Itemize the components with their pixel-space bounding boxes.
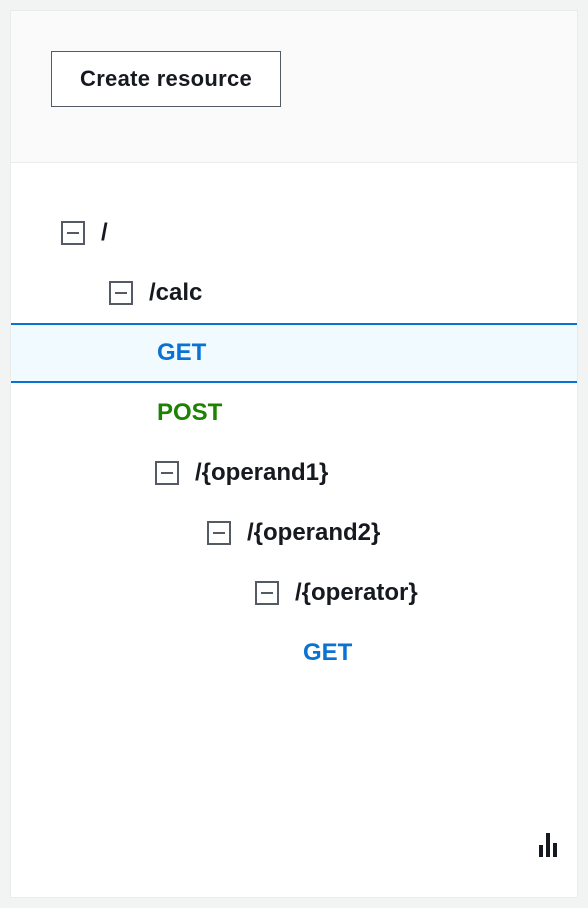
tree-row-root[interactable]: / xyxy=(11,203,577,263)
collapse-icon[interactable] xyxy=(155,461,179,485)
toolbar: Create resource xyxy=(11,11,577,163)
resource-tree: / /calc GET POST /{operand1} /{operand2}… xyxy=(11,163,577,897)
resource-label-root: / xyxy=(101,219,108,247)
resource-label-operand2: /{operand2} xyxy=(247,519,380,547)
collapse-icon[interactable] xyxy=(255,581,279,605)
resource-label-operator: /{operator} xyxy=(295,579,418,607)
resource-label-operand1: /{operand1} xyxy=(195,459,328,487)
tree-row-calc-get[interactable]: GET xyxy=(11,323,577,383)
signal-icon xyxy=(539,833,557,857)
tree-row-calc[interactable]: /calc xyxy=(11,263,577,323)
resources-panel: Create resource / /calc GET POST /{opera… xyxy=(10,10,578,898)
collapse-icon[interactable] xyxy=(109,281,133,305)
method-label-post: POST xyxy=(157,399,222,427)
tree-row-operand2[interactable]: /{operand2} xyxy=(11,503,577,563)
collapse-icon[interactable] xyxy=(207,521,231,545)
method-label-get: GET xyxy=(157,339,206,367)
resource-label-calc: /calc xyxy=(149,279,202,307)
create-resource-button[interactable]: Create resource xyxy=(51,51,281,107)
tree-row-calc-post[interactable]: POST xyxy=(11,383,577,443)
collapse-icon[interactable] xyxy=(61,221,85,245)
tree-row-operand1[interactable]: /{operand1} xyxy=(11,443,577,503)
method-label-get: GET xyxy=(303,639,352,667)
tree-row-operator[interactable]: /{operator} xyxy=(11,563,577,623)
tree-row-operator-get[interactable]: GET xyxy=(11,623,577,683)
